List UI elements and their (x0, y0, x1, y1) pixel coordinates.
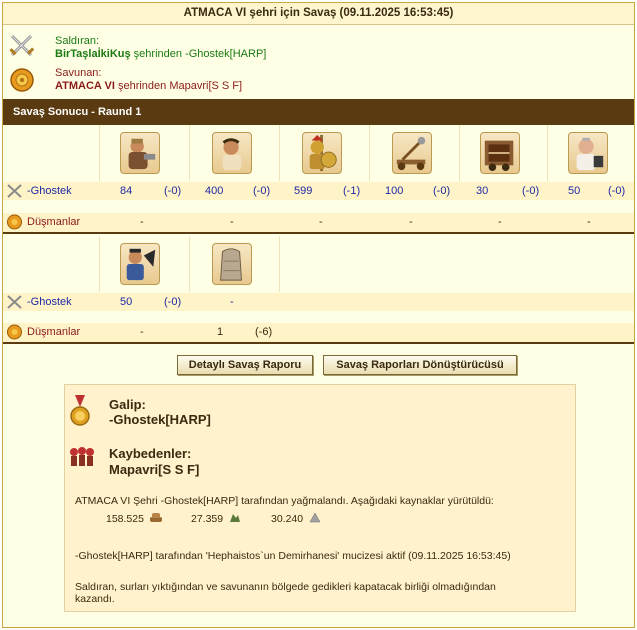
silver-amount: 30.240 (271, 513, 304, 525)
round-2-ours-name[interactable]: -Ghostek (27, 296, 72, 308)
round-1-ours-name[interactable]: -Ghostek (27, 185, 72, 197)
shield-icon (10, 68, 34, 92)
unit-count: 84 (120, 185, 133, 197)
unit-loss: (-0) (164, 296, 182, 308)
round-2-grid (3, 236, 634, 292)
crossed-swords-icon (9, 34, 35, 57)
losers-name: Mapavri[S S F] (109, 462, 200, 477)
unit-loss: (-0) (608, 185, 626, 197)
round-2-enemy-row: Düşmanlar - 1 (-6) (3, 323, 634, 344)
round-1-enemy-name: Düşmanlar (27, 216, 81, 228)
enemy-value: - (587, 216, 591, 228)
shield-icon (7, 324, 22, 340)
report-title: ATMACA VI şehri için Savaş (09.11.2025 1… (3, 3, 634, 25)
ballista-icon[interactable] (480, 132, 520, 174)
stone-amount: 27.359 (191, 513, 224, 525)
enemy-value: - (409, 216, 413, 228)
wall-icon[interactable] (212, 243, 252, 285)
unit-count: 30 (476, 185, 489, 197)
crossed-swords-icon (7, 295, 22, 309)
final-text-line-1: Saldıran, surları yıktığından ve savunan… (75, 581, 496, 593)
round-1-enemy-row: Düşmanlar - - - - - - (3, 213, 634, 234)
round-1-ours-row: -Ghostek 84 (-0) 400 (-0) 599 (-1) 100 (… (3, 182, 634, 200)
round-2-enemy-name: Düşmanlar (27, 326, 81, 338)
medal-icon (70, 395, 90, 426)
attacker-label: Saldıran: (55, 35, 100, 47)
attacker-city-link[interactable]: BirTaşlaİkiKuş (55, 48, 131, 60)
stone-icon (230, 514, 240, 522)
battle-report-window: ATMACA VI şehri için Savaş (09.11.2025 1… (2, 2, 635, 628)
losers-label: Kaybedenler: (109, 446, 192, 461)
enemy-value: 1 (217, 326, 224, 338)
unit-loss: (-0) (164, 185, 182, 197)
final-text-line-2: kazandı. (75, 593, 115, 605)
enemy-loss: (-6) (255, 326, 273, 338)
enemy-value: - (319, 216, 323, 228)
winner-name: -Ghostek[HARP] (109, 412, 211, 427)
detailed-report-button[interactable]: Detaylı Savaş Raporu (177, 355, 313, 375)
unit-loss: (-1) (343, 185, 361, 197)
plunder-text: ATMACA VI Şehri -Ghostek[HARP] tarafında… (75, 495, 494, 507)
catapult-icon[interactable] (392, 132, 432, 174)
enemy-value: - (140, 326, 144, 338)
doctor-icon[interactable] (568, 132, 608, 174)
result-panel: Galip: -Ghostek[HARP] Kaybedenler: Mapav… (64, 384, 576, 612)
defender-label: Savunan: (55, 67, 102, 79)
defeated-soldiers-icon (70, 447, 94, 466)
unit-count: 50 (568, 185, 581, 197)
wonder-text: -Ghostek[HARP] tarafından 'Hephaistos`un… (75, 550, 511, 562)
attacker-suffix: şehrinden -Ghostek[HARP] (133, 48, 267, 60)
unit-loss: (-0) (522, 185, 540, 197)
attacker-block: Saldıran: BirTaşlaİkiKuş şehrinden -Ghos… (3, 33, 403, 63)
unit-count: 400 (205, 185, 224, 197)
unit-count: 50 (120, 296, 133, 308)
report-converter-button[interactable]: Savaş Raporları Dönüştürücüsü (323, 355, 517, 375)
hoplite-icon[interactable] (120, 132, 160, 174)
cook-icon[interactable] (120, 243, 160, 285)
defender-city-link[interactable]: ATMACA VI (55, 80, 115, 92)
enemy-value: - (230, 216, 234, 228)
spartan-icon[interactable] (302, 132, 342, 174)
unit-loss: (-0) (253, 185, 271, 197)
round-banner: Savaş Sonucu - Raund 1 (3, 99, 634, 125)
silver-coins-icon (309, 512, 321, 523)
winner-label: Galip: (109, 397, 146, 412)
enemy-value: - (498, 216, 502, 228)
unit-count: 100 (385, 185, 404, 197)
wood-amount: 158.525 (106, 513, 144, 525)
shield-icon (7, 214, 22, 230)
defender-suffix: şehrinden Mapavri[S S F] (117, 80, 243, 92)
unit-loss: (-0) (433, 185, 451, 197)
defender-block: Savunan: ATMACA VI şehrinden Mapavri[S S… (3, 65, 403, 95)
crossed-swords-icon (7, 184, 22, 198)
unit-count: 599 (294, 185, 313, 197)
round-2-ours-row: -Ghostek 50 (-0) - (3, 293, 634, 311)
enemy-value: - (140, 216, 144, 228)
unit-count: - (230, 296, 234, 308)
wood-icon (150, 513, 162, 522)
slinger-icon[interactable] (212, 132, 252, 174)
